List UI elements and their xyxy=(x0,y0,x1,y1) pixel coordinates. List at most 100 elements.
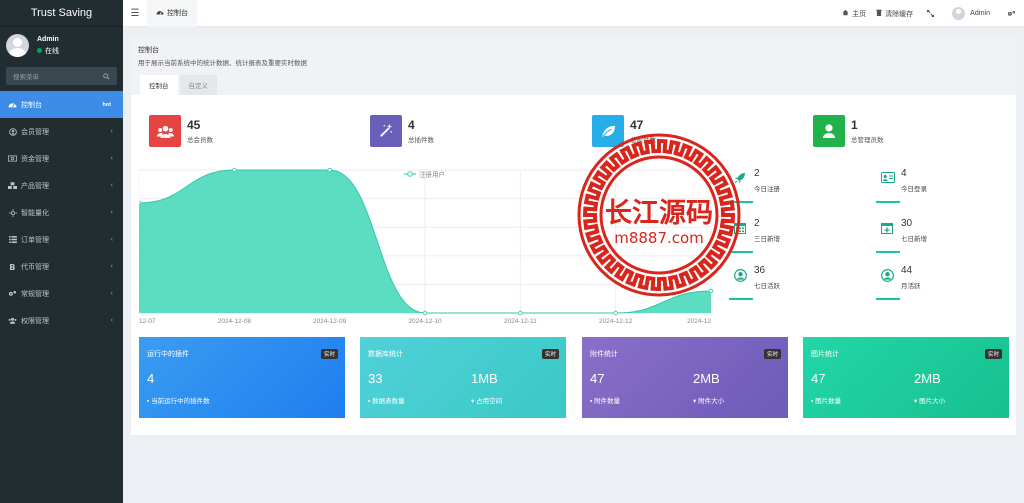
realtime-badge: 实时 xyxy=(320,349,338,359)
user-name: Admin xyxy=(37,35,59,43)
chevron-left-icon: ‹ xyxy=(110,155,113,162)
card-value-2: 2MB xyxy=(693,371,720,386)
card-label-2: ▾ 图片大小 xyxy=(914,395,945,405)
sidebar-item-3[interactable]: 产品管理 ‹ xyxy=(0,172,123,199)
menu-search-input[interactable]: 搜索菜单 xyxy=(6,67,117,85)
card-label-text: 附件数量 xyxy=(594,398,621,405)
users-icon xyxy=(149,115,181,147)
sidebar: Trust Saving Admin 在线 搜索菜单 控制台 hot 会员管理 ‹ 资金… xyxy=(0,0,123,503)
card-label-text: 当前运行中的插件数 xyxy=(151,398,210,405)
page-subtitle: 用于展示当前系统中的统计数据、统计报表及重要实时数据 xyxy=(138,60,307,67)
topbar: ☰ 控制台 主页 清除缓存 Admin xyxy=(123,0,1024,27)
clear-cache-button[interactable]: 清除缓存 xyxy=(871,9,918,19)
sidebar-item-label: 订单管理 xyxy=(21,236,49,244)
sidebar-item-5[interactable]: 订单管理 ‹ xyxy=(0,226,123,253)
mini-stat-value: 44 xyxy=(901,265,913,276)
mini-stat-label: 今日注册 xyxy=(754,186,780,193)
mini-stat: 36 七日活跃 xyxy=(729,262,854,300)
sidebar-item-4[interactable]: 智能量化 ‹ xyxy=(0,199,123,226)
card-label: ▪ 附件数量 xyxy=(590,395,620,405)
chevron-left-icon: ‹ xyxy=(110,209,113,216)
search-icon[interactable] xyxy=(103,72,110,80)
mini-stat-value: 2 xyxy=(754,218,760,229)
svg-text:B: B xyxy=(9,263,15,271)
sidebar-item-7[interactable]: 常规管理 ‹ xyxy=(0,280,123,307)
sidebar-item-0[interactable]: 控制台 hot xyxy=(0,91,123,118)
cogs-icon xyxy=(8,289,17,298)
online-status: 在线 xyxy=(37,46,59,56)
tab-custom[interactable]: 自定义 xyxy=(179,75,217,95)
card-label-text: 图片大小 xyxy=(919,398,946,405)
stat-admins: 1 总管理员数 xyxy=(813,115,884,147)
card-label: ▪ 当前运行中的插件数 xyxy=(147,395,210,405)
tab-dashboard[interactable]: 控制台 xyxy=(147,0,197,27)
mini-stat-label: 七日新增 xyxy=(901,236,927,243)
user-circle-icon xyxy=(881,269,894,285)
card-value-2: 2MB xyxy=(914,371,941,386)
stat-value: 45 xyxy=(187,118,201,132)
page-title: 控制台 xyxy=(138,47,159,54)
online-dot-icon xyxy=(37,48,42,53)
card-label: ▪ 图片数量 xyxy=(811,395,841,405)
mini-stat: 30 七日新增 xyxy=(876,215,1001,253)
settings-cog-icon[interactable] xyxy=(999,10,1024,17)
stat-label: 总会员数 xyxy=(187,137,213,144)
data-point xyxy=(613,310,618,316)
mini-stat: 44 月活跃 xyxy=(876,262,1001,300)
card-label-text: 图片数量 xyxy=(815,398,842,405)
sidebar-item-label: 常规管理 xyxy=(21,290,49,298)
chevron-left-icon: ‹ xyxy=(110,290,113,297)
mini-stat-underline xyxy=(876,251,900,253)
sidebar-item-label: 代币管理 xyxy=(21,263,49,271)
sidebar-user-panel: Admin 在线 xyxy=(0,27,123,64)
user-menu-label: Admin xyxy=(970,10,990,17)
stat-card-1: 数据库统计 实时 33 ▪ 数据表数量 1MB ▾ 占用空间 xyxy=(360,337,566,418)
watermark-url: m8887.com xyxy=(614,229,704,247)
x-tick-label: 2024-12-12 xyxy=(599,318,633,325)
chevron-left-icon: ‹ xyxy=(110,263,113,270)
home-icon xyxy=(842,9,849,18)
fullscreen-icon[interactable] xyxy=(918,10,943,17)
card-title: 图片统计 xyxy=(811,351,839,358)
sidebar-item-label: 权限管理 xyxy=(21,317,49,325)
card-title: 数据库统计 xyxy=(368,351,403,358)
card-value: 4 xyxy=(147,371,155,386)
x-tick-label: 12-07 xyxy=(139,318,156,325)
home-label: 主页 xyxy=(852,10,867,18)
data-point xyxy=(232,168,237,173)
data-point xyxy=(139,200,142,206)
chevron-left-icon: ‹ xyxy=(110,317,113,324)
sidebar-item-2[interactable]: 资金管理 ‹ xyxy=(0,145,123,172)
stat-plugins: 4 总插件数 xyxy=(370,115,434,147)
realtime-badge: 实时 xyxy=(541,349,559,359)
watermark-title: 长江源码 xyxy=(605,198,713,229)
chevron-left-icon: ‹ xyxy=(110,236,113,243)
tab-console[interactable]: 控制台 xyxy=(140,75,178,95)
tab-dashboard-label: 控制台 xyxy=(167,10,188,17)
mini-stat-label: 月活跃 xyxy=(901,283,921,290)
mini-stat-underline xyxy=(876,298,900,300)
stat-value: 4 xyxy=(408,118,415,132)
mini-stat-label: 七日活跃 xyxy=(754,283,780,290)
card-value: 33 xyxy=(368,371,383,386)
sidebar-item-8[interactable]: 权限管理 ‹ xyxy=(0,307,123,334)
card-label-2: ▾ 占用空间 xyxy=(471,395,502,405)
chevron-left-icon: ‹ xyxy=(110,128,113,135)
home-link[interactable]: 主页 xyxy=(837,9,871,19)
sidebar-item-6[interactable]: B 代币管理 ‹ xyxy=(0,253,123,280)
card-title: 运行中的插件 xyxy=(147,351,189,358)
data-point xyxy=(518,310,523,316)
card-value: 47 xyxy=(590,371,605,386)
menu-toggle-icon[interactable]: ☰ xyxy=(123,8,147,19)
sidebar-item-label: 产品管理 xyxy=(21,182,49,190)
mini-stat-value: 36 xyxy=(754,265,766,276)
brand-logo[interactable]: Trust Saving xyxy=(0,0,123,27)
avatar xyxy=(6,34,29,57)
sidebar-item-1[interactable]: 会员管理 ‹ xyxy=(0,118,123,145)
card-label-text: 数据表数量 xyxy=(372,398,405,405)
main-panel: 控制台 用于展示当前系统中的统计数据、统计报表及重要实时数据 控制台 自定义 4… xyxy=(131,37,1016,435)
stat-card-3: 图片统计 实时 47 ▪ 图片数量 2MB ▾ 图片大小 xyxy=(803,337,1009,418)
user-menu[interactable]: Admin xyxy=(943,7,999,20)
sidebar-menu: 控制台 hot 会员管理 ‹ 资金管理 ‹ 产品管理 ‹ 智能量化 ‹ 订单管理 ‹ B 代币管理 ‹ 常规管… xyxy=(0,91,123,334)
legend-label: 注册用户 xyxy=(419,170,445,179)
